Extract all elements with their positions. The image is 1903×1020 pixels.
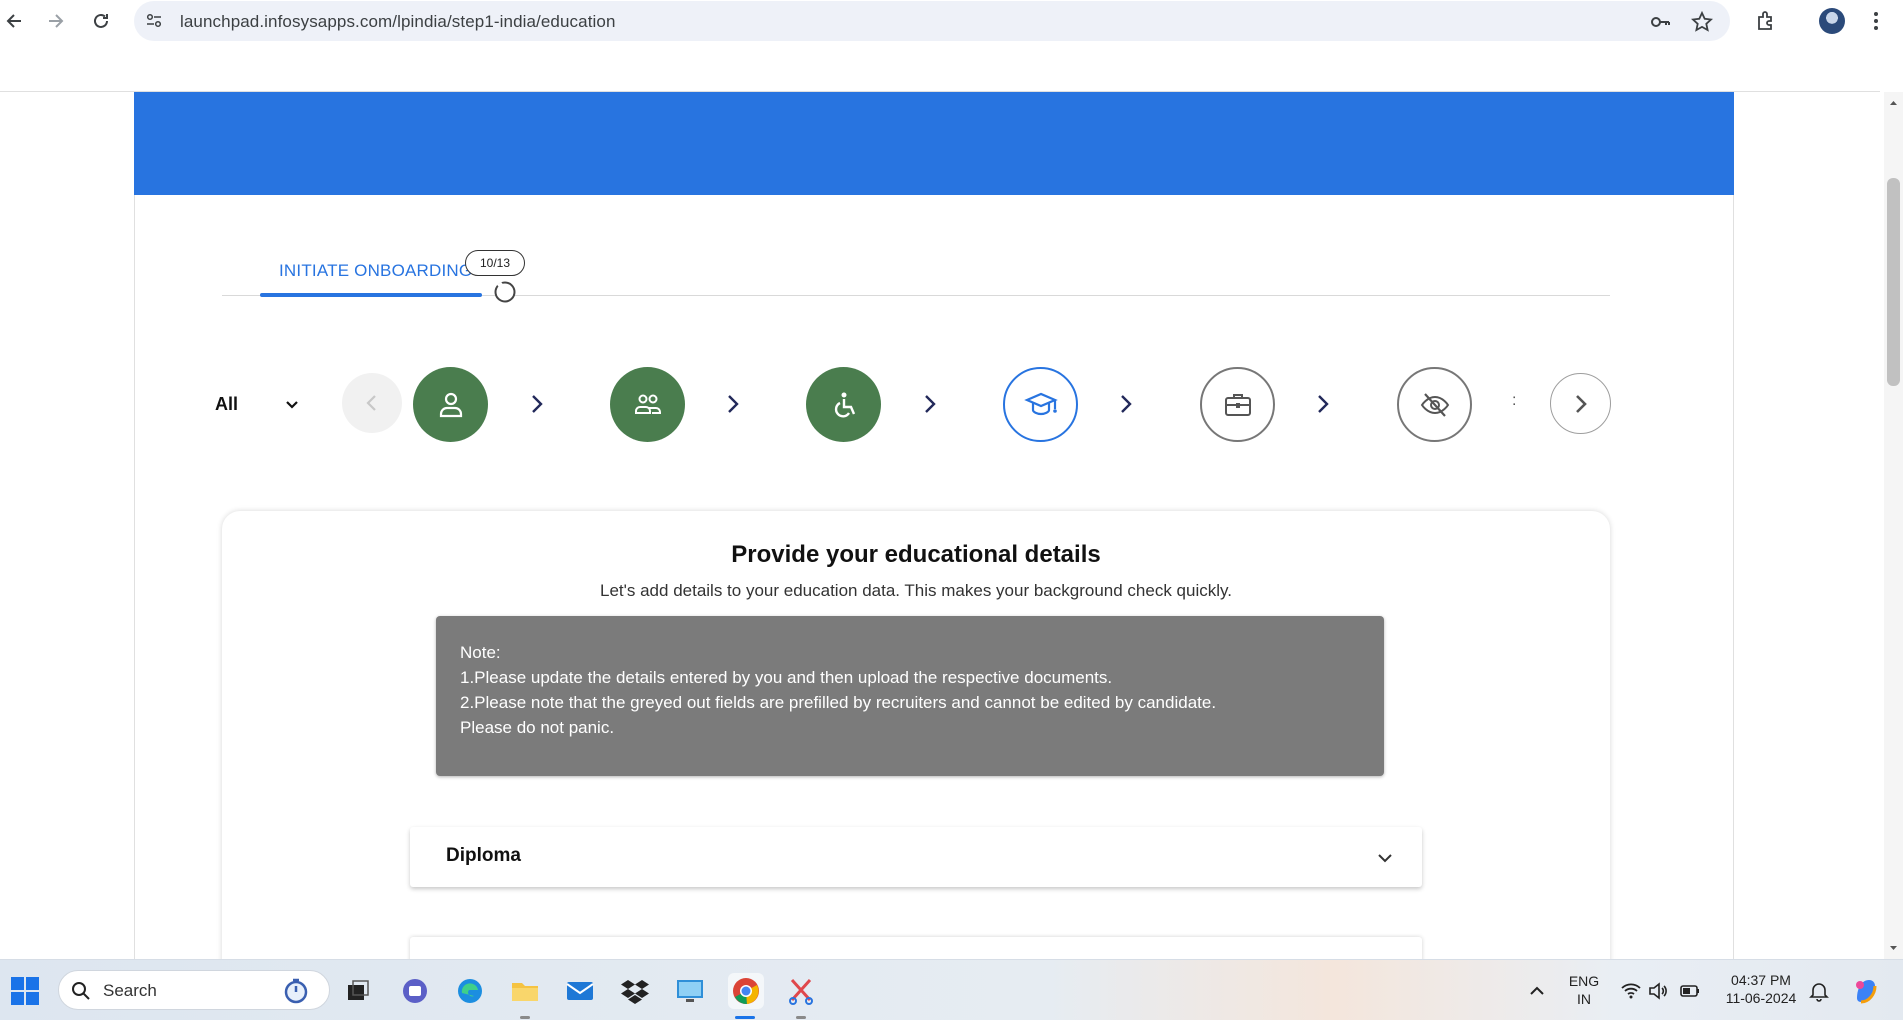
note-line: Please do not panic.	[460, 718, 615, 737]
language-indicator[interactable]: ENG IN	[1564, 972, 1604, 1008]
password-key-icon[interactable]	[1648, 10, 1672, 34]
edge-browser-icon[interactable]	[452, 973, 488, 1009]
active-tab-indicator	[260, 293, 482, 297]
progress-ring-icon	[494, 281, 516, 303]
copilot-icon[interactable]	[1851, 976, 1881, 1006]
chevron-right-icon	[1318, 395, 1329, 413]
url-text[interactable]: launchpad.infosysapps.com/lpindia/step1-…	[180, 12, 616, 32]
chevron-right-icon	[728, 395, 739, 413]
running-indicator	[520, 1016, 530, 1019]
search-placeholder: Search	[103, 981, 157, 1000]
diploma-accordion[interactable]: Diploma	[410, 827, 1422, 887]
accordion-title: Diploma	[446, 845, 521, 866]
clock-date: 11-06-2024	[1725, 990, 1797, 1006]
forward-button[interactable]	[40, 6, 70, 36]
clock-time: 04:37 PM	[1731, 972, 1791, 988]
page-viewport: INITIATE ONBOARDING 10/13 All : Provide …	[0, 92, 1884, 959]
site-settings-icon[interactable]	[146, 13, 162, 29]
arrow-left-icon	[6, 14, 21, 28]
kebab-menu-icon[interactable]	[1861, 6, 1891, 36]
note-box: Note: 1.Please update the details entere…	[436, 616, 1384, 776]
step-filter-select[interactable]: All	[215, 394, 238, 415]
scrollbar-thumb[interactable]	[1887, 178, 1900, 386]
file-explorer-icon[interactable]	[507, 973, 543, 1009]
battery-icon[interactable]	[1679, 980, 1701, 1002]
notification-bell-icon[interactable]	[1808, 980, 1830, 1002]
note-line: 2.Please note that the greyed out fields…	[460, 693, 1217, 712]
active-app-indicator	[735, 1016, 755, 1019]
chevron-right-icon	[925, 395, 936, 413]
accessibility-icon	[834, 392, 855, 417]
chevron-right-icon	[532, 395, 543, 413]
progress-badge: 10/13	[465, 250, 525, 276]
note-line: 1.Please update the details entered by y…	[460, 668, 1113, 687]
stepper-overflow-marker: :	[1512, 392, 1517, 409]
chevron-down-icon[interactable]	[283, 396, 301, 414]
page-subtitle: Let's add details to your education data…	[600, 581, 1232, 600]
bookmark-star-icon[interactable]	[1690, 10, 1714, 34]
search-icon	[72, 982, 90, 1000]
arrow-right-icon	[49, 14, 64, 28]
step-family-details[interactable]	[610, 367, 685, 442]
reload-icon	[94, 13, 108, 28]
dropbox-icon[interactable]	[617, 973, 653, 1009]
step-disability-details[interactable]	[806, 367, 881, 442]
snipping-tool-icon[interactable]	[783, 973, 819, 1009]
region-code: IN	[1577, 991, 1591, 1007]
scroll-down-arrow-icon[interactable]	[1887, 942, 1900, 954]
reload-button[interactable]	[86, 6, 116, 36]
stopwatch-icon	[284, 978, 308, 1004]
windows-taskbar: Search ENG IN 04:37 PM 11-06-2024	[0, 959, 1903, 1020]
task-view-icon[interactable]	[340, 973, 376, 1009]
chevron-right-icon	[1121, 395, 1132, 413]
step-employment-details[interactable]	[1200, 367, 1275, 442]
step-personal-details[interactable]	[413, 367, 488, 442]
chevron-down-icon[interactable]	[1374, 847, 1396, 869]
volume-icon[interactable]	[1647, 980, 1669, 1002]
profile-avatar[interactable]	[1819, 8, 1845, 34]
person-icon	[439, 392, 462, 417]
mail-icon[interactable]	[562, 973, 598, 1009]
next-accordion[interactable]	[410, 937, 1422, 959]
step-privacy-details[interactable]	[1397, 367, 1472, 442]
extensions-icon[interactable]	[1751, 6, 1781, 36]
running-indicator	[796, 1016, 806, 1019]
chrome-browser-icon[interactable]	[728, 973, 764, 1009]
chevron-right-icon	[1575, 394, 1587, 413]
language-code: ENG	[1568, 973, 1600, 989]
browser-toolbar: launchpad.infosysapps.com/lpindia/step1-…	[0, 0, 1903, 42]
teams-chat-icon[interactable]	[397, 973, 433, 1009]
windows-start-icon[interactable]	[10, 976, 40, 1006]
tab-initiate-onboarding[interactable]: INITIATE ONBOARDING	[279, 261, 472, 281]
wifi-icon[interactable]	[1620, 980, 1642, 1002]
stepper-prev-button[interactable]	[342, 373, 402, 433]
briefcase-icon	[1224, 393, 1251, 416]
note-heading: Note:	[460, 643, 501, 662]
stepper-next-button[interactable]	[1550, 373, 1611, 434]
page-title: Provide your educational details	[731, 541, 1101, 568]
step-education-details[interactable]	[1003, 367, 1078, 442]
graduation-cap-icon	[1023, 392, 1058, 415]
remote-desktop-icon[interactable]	[672, 973, 708, 1009]
chevron-left-icon	[366, 395, 376, 411]
address-bar[interactable]: launchpad.infosysapps.com/lpindia/step1-…	[134, 1, 1730, 41]
family-icon	[634, 394, 661, 414]
scroll-up-arrow-icon[interactable]	[1887, 97, 1900, 109]
back-button[interactable]	[0, 6, 30, 36]
clock[interactable]: 04:37 PM 11-06-2024	[1716, 971, 1806, 1007]
taskbar-search[interactable]: Search	[58, 970, 330, 1010]
show-hidden-icons-chevron-up-icon[interactable]	[1526, 980, 1548, 1002]
header-banner	[134, 92, 1734, 195]
visibility-off-icon	[1420, 392, 1449, 417]
